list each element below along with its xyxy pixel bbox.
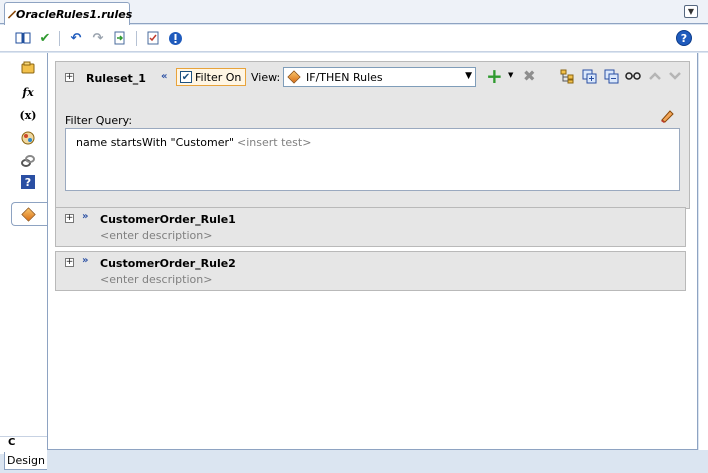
rulesets-icon	[20, 206, 36, 222]
help-icon[interactable]: ?	[676, 30, 692, 46]
chevron-down-icon: ▼	[465, 71, 472, 81]
ruleset-editor-pane: + Ruleset_1 « ✔ Filter On View: IF/THEN …	[47, 53, 698, 450]
toolbar: ✔ ↶ ↷ ?	[0, 25, 708, 52]
add-rule-icon[interactable]: +	[486, 64, 503, 88]
move-down-icon[interactable]	[667, 68, 683, 84]
view-selected-value: IF/THEN Rules	[306, 70, 383, 84]
rulesets-tab[interactable]	[11, 202, 47, 226]
right-margin	[699, 53, 708, 450]
show-advanced-icon[interactable]	[625, 68, 641, 84]
rule-description[interactable]: <enter description>	[100, 229, 212, 242]
info-icon[interactable]	[166, 29, 184, 47]
links-icon[interactable]	[18, 152, 38, 170]
ruleset-name: Ruleset_1	[86, 72, 146, 85]
ruleset-panel: + Ruleset_1 « ✔ Filter On View: IF/THEN …	[55, 61, 690, 209]
navigator-sidebar: fx (x) ?	[0, 53, 47, 453]
rule-expand-icon[interactable]: +	[65, 214, 74, 223]
editor-tab-title: OracleRules1.rules	[16, 7, 133, 21]
rule-name: CustomerOrder_Rule1	[100, 213, 236, 226]
expand-all-icon[interactable]	[581, 68, 597, 84]
facts-icon[interactable]	[18, 59, 38, 77]
tab-list-dropdown-icon[interactable]: ▼	[684, 5, 698, 18]
rule-collapse-chevron-icon[interactable]: »	[82, 255, 88, 266]
bottom-status-bar	[47, 452, 708, 473]
tree-view-icon[interactable]	[559, 68, 575, 84]
eraser-icon[interactable]	[659, 108, 675, 124]
globals-icon[interactable]: (x)	[18, 106, 38, 124]
view-label: View:	[251, 71, 281, 84]
rule-name: CustomerOrder_Rule2	[100, 257, 236, 270]
rule-panel: + » CustomerOrder_Rule1 <enter descripti…	[55, 207, 686, 247]
design-tab[interactable]: Design	[4, 452, 48, 470]
redo-icon[interactable]: ↷	[89, 29, 107, 47]
rule-description[interactable]: <enter description>	[100, 273, 212, 286]
rule-panel: + » CustomerOrder_Rule2 <enter descripti…	[55, 251, 686, 291]
filter-query-text[interactable]: name startsWith "Customer"	[76, 136, 234, 149]
toolbar-separator	[136, 31, 137, 46]
move-up-icon[interactable]	[647, 68, 663, 84]
filter-on-toggle[interactable]: ✔ Filter On	[176, 68, 247, 86]
add-dropdown-icon[interactable]: ▼	[508, 71, 513, 79]
rule-collapse-chevron-icon[interactable]: »	[82, 211, 88, 222]
filter-on-label: Filter On	[195, 70, 242, 84]
bucketsets-icon[interactable]	[18, 129, 38, 147]
test-checklist-icon[interactable]	[144, 29, 162, 47]
export-icon[interactable]	[111, 29, 129, 47]
insert-test-placeholder[interactable]: <insert test>	[237, 136, 311, 149]
editor-tab-strip: OracleRules1.rules ▼	[0, 0, 708, 25]
ruleset-expand-icon[interactable]: +	[65, 73, 74, 82]
rules-file-icon	[7, 9, 17, 19]
editor-tab[interactable]: OracleRules1.rules	[4, 2, 133, 25]
validate-check-icon[interactable]: ✔	[36, 29, 54, 47]
decision-functions-icon[interactable]: ?	[21, 175, 35, 189]
view-select[interactable]: IF/THEN Rules ▼	[283, 67, 476, 87]
dictionary-icon[interactable]	[14, 29, 32, 47]
undo-icon[interactable]: ↶	[67, 29, 85, 47]
filter-on-checkbox[interactable]: ✔	[180, 71, 192, 83]
filter-query-editor[interactable]: name startsWith "Customer" <insert test>	[65, 128, 680, 191]
filter-query-label: Filter Query:	[65, 114, 133, 127]
collapse-chevron-icon[interactable]: «	[161, 71, 167, 82]
delete-icon[interactable]: ✖	[523, 67, 536, 85]
toolbar-separator	[59, 31, 60, 46]
collapse-all-icon[interactable]	[603, 68, 619, 84]
ifthen-rules-icon	[287, 70, 301, 84]
functions-icon[interactable]: fx	[18, 83, 38, 101]
rule-expand-icon[interactable]: +	[65, 258, 74, 267]
